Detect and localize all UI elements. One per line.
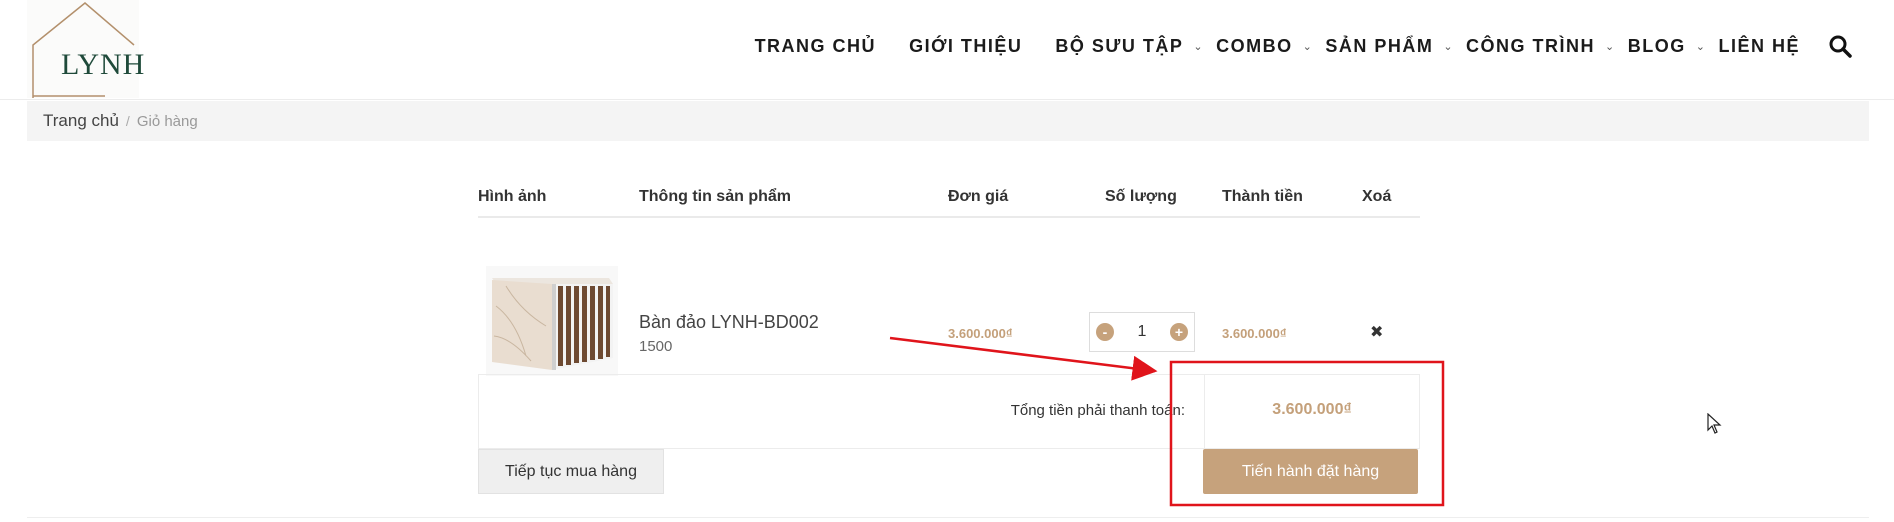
checkout-button[interactable]: Tiến hành đặt hàng (1203, 449, 1418, 494)
cart-table-header: Hình ảnh Thông tin sản phẩm Đơn giá Số l… (478, 180, 1420, 218)
unit-price: 3.600.000₫ (948, 326, 1013, 341)
nav-label: TRANG CHỦ (754, 35, 877, 56)
nav-item-cong-trinh[interactable]: CÔNG TRÌNH ⌄ (1466, 36, 1616, 57)
nav-item-trang-chu[interactable]: TRANG CHỦ (755, 36, 877, 57)
breadcrumb-home-link[interactable]: Trang chủ (43, 111, 119, 131)
header-image: Hình ảnh (478, 188, 547, 205)
divider (27, 517, 1869, 518)
header-remove: Xoá (1362, 188, 1392, 205)
nav-item-lien-he[interactable]: LIÊN HỆ (1718, 36, 1800, 57)
product-name-link[interactable]: Bàn đảo LYNH-BD002 (639, 312, 819, 333)
breadcrumb-separator: / (125, 113, 130, 129)
product-variant: 1500 (639, 338, 673, 355)
nav-label: LIÊN HỆ (1718, 35, 1800, 56)
breadcrumb: Trang chủ / Giỏ hàng (27, 101, 1869, 141)
nav-label: BỘ SƯU TẬP (1055, 35, 1184, 56)
chevron-down-icon: ⌄ (1695, 40, 1707, 53)
mouse-cursor-icon (1707, 413, 1722, 434)
quantity-stepper: - 1 + (1089, 312, 1195, 352)
chevron-down-icon: ⌄ (1193, 40, 1205, 53)
header-product-info: Thông tin sản phẩm (639, 188, 791, 205)
remove-icon[interactable]: ✖ (1370, 322, 1383, 342)
nav-item-gioi-thieu[interactable]: GIỚI THIỆU (909, 36, 1022, 57)
logo-text: LYNH (61, 48, 146, 81)
nav-item-blog[interactable]: BLOG ⌄ (1628, 36, 1707, 57)
chevron-down-icon: ⌄ (1605, 40, 1616, 53)
nav-label: COMBO (1216, 35, 1293, 56)
nav-item-bo-suu-tap[interactable]: BỘ SƯU TẬP ⌄ (1055, 36, 1204, 57)
chevron-down-icon: ⌄ (1443, 40, 1455, 53)
header-line-total: Thành tiền (1222, 188, 1303, 205)
total-value: 3.600.000₫ (1272, 401, 1352, 418)
nav-label: GIỚI THIỆU (909, 35, 1023, 56)
site-header: LYNH TRANG CHỦ GIỚI THIỆU BỘ SƯU TẬP ⌄ CO… (0, 0, 1894, 100)
breadcrumb-current: Giỏ hàng (136, 112, 198, 130)
search-icon[interactable] (1828, 34, 1852, 58)
quantity-input[interactable]: 1 (1138, 323, 1147, 341)
table-row: Bàn đảo LYNH-BD002 1500 3.600.000₫ - 1 +… (478, 218, 1420, 376)
continue-shopping-button[interactable]: Tiếp tục mua hàng (478, 449, 664, 494)
chevron-down-icon: ⌄ (1302, 40, 1314, 53)
nav-item-combo[interactable]: COMBO ⌄ (1216, 36, 1313, 57)
line-total: 3.600.000₫ (1222, 326, 1287, 341)
nav-label: SẢN PHẨM (1325, 35, 1434, 56)
main-nav: TRANG CHỦ GIỚI THIỆU BỘ SƯU TẬP ⌄ COMBO ⌄ … (755, 34, 1852, 58)
minus-icon[interactable]: - (1096, 323, 1114, 341)
nav-label: CÔNG TRÌNH (1466, 35, 1596, 56)
total-label: Tổng tiền phải thanh toán: (1010, 402, 1185, 419)
header-quantity: Số lượng (1105, 188, 1177, 205)
nav-item-san-pham[interactable]: SẢN PHẨM ⌄ (1325, 36, 1454, 57)
product-image[interactable] (486, 266, 618, 376)
cart-table: Hình ảnh Thông tin sản phẩm Đơn giá Số l… (478, 180, 1420, 376)
nav-label: BLOG (1627, 35, 1686, 56)
plus-icon[interactable]: + (1170, 323, 1188, 341)
header-unit-price: Đơn giá (948, 188, 1009, 205)
logo[interactable]: LYNH (27, 0, 144, 98)
cart-total-box: Tổng tiền phải thanh toán: 3.600.000₫ (478, 374, 1420, 449)
